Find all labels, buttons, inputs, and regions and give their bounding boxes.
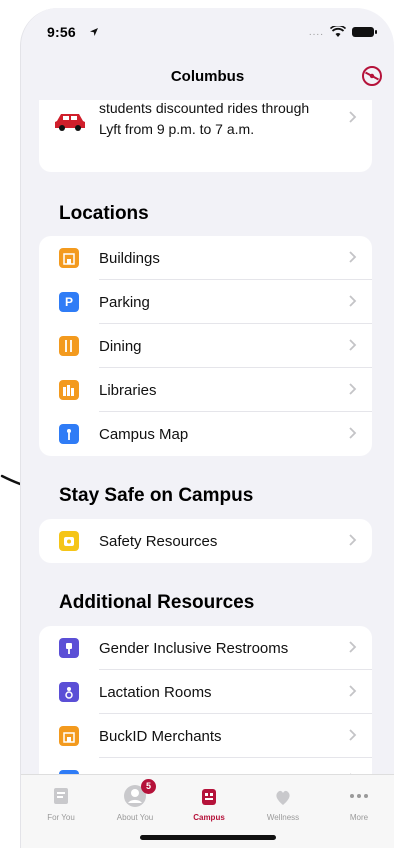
lyft-promo-card[interactable]: students discounted rides through Lyft f… [39, 100, 372, 172]
status-time: 9:56 [47, 24, 76, 40]
tab-more[interactable]: More [327, 783, 391, 822]
list-item-label: Gender Inclusive Restrooms [99, 640, 289, 657]
chevron-right-icon [348, 294, 358, 308]
no-entry-icon[interactable] [360, 64, 384, 88]
tab-label: Wellness [266, 813, 300, 822]
list-item-lactation-rooms[interactable]: Lactation Rooms [39, 670, 372, 714]
list-item-campus-map[interactable]: Campus Map [39, 412, 372, 456]
chevron-right-icon [348, 728, 358, 742]
list-item-label: Libraries [99, 382, 157, 399]
nav-title: Columbus [170, 68, 245, 85]
section-title-locations: Locations [59, 203, 149, 224]
tab-label: Campus [193, 813, 225, 822]
signal-dots: .... [308, 26, 324, 38]
list-item-label: Parking [99, 294, 150, 311]
chevron-right-icon [348, 426, 358, 440]
chevron-right-icon [348, 110, 358, 124]
lactation-icon [59, 682, 79, 702]
home-indicator [139, 835, 276, 840]
list-item-wifi-locations[interactable]: WiFi Locations [39, 758, 372, 774]
battery-icon [352, 27, 377, 37]
chevron-right-icon [348, 640, 358, 654]
phone-screen: 9:56 .... Columbus students discounted r… [20, 8, 394, 848]
status-bar: 9:56 .... [21, 8, 394, 56]
tab-campus[interactable]: Campus [177, 783, 241, 822]
chevron-right-icon [348, 250, 358, 264]
list-item-libraries[interactable]: Libraries [39, 368, 372, 412]
campus-icon [196, 783, 222, 809]
tab-about-you[interactable]: 5 About You [103, 779, 167, 822]
section-title-safety: Stay Safe on Campus [59, 485, 254, 506]
restroom-icon [59, 638, 79, 658]
locations-list: Buildings P Parking Dining Libraries Campus M… [39, 236, 372, 456]
tab-wellness[interactable]: Wellness [251, 783, 315, 822]
list-item-buildings[interactable]: Buildings [39, 236, 372, 280]
fork-knife-icon [59, 336, 79, 356]
safety-list: Safety Resources [39, 519, 372, 563]
parking-icon: P [59, 292, 79, 312]
tab-label: For You [47, 813, 75, 822]
map-pin-icon [59, 424, 79, 444]
wifi-status-icon [330, 26, 346, 37]
list-item-gender-inclusive-restrooms[interactable]: Gender Inclusive Restrooms [39, 626, 372, 670]
promo-text: students discounted rides through Lyft f… [99, 100, 310, 137]
safety-icon [59, 531, 79, 551]
wellness-icon [270, 783, 296, 809]
list-item-parking[interactable]: P Parking [39, 280, 372, 324]
car-icon [55, 114, 85, 131]
tab-label: More [349, 813, 369, 822]
list-item-label: BuckID Merchants [99, 728, 222, 745]
books-icon [59, 380, 79, 400]
section-title-additional: Additional Resources [59, 592, 255, 613]
scroll-content[interactable]: students discounted rides through Lyft f… [21, 100, 394, 774]
location-arrow-icon [90, 28, 98, 36]
list-item-label: Safety Resources [99, 533, 218, 550]
chevron-right-icon [348, 382, 358, 396]
chevron-right-icon [348, 338, 358, 352]
list-item-buckid-merchants[interactable]: BuckID Merchants [39, 714, 372, 758]
chevron-right-icon [348, 533, 358, 547]
list-item-dining[interactable]: Dining [39, 324, 372, 368]
status-indicators: .... [308, 26, 377, 38]
person-icon: 5 [122, 779, 156, 809]
list-item-safety-resources[interactable]: Safety Resources [39, 519, 372, 563]
list-item-label: Buildings [99, 250, 160, 267]
additional-list: Gender Inclusive Restrooms Lactation Room… [39, 626, 372, 774]
building-icon [59, 248, 79, 268]
tab-label: About You [116, 813, 154, 822]
for-you-icon [48, 783, 74, 809]
chevron-right-icon [348, 684, 358, 698]
list-item-label: Dining [99, 338, 142, 355]
store-icon [59, 726, 79, 746]
tab-for-you[interactable]: For You [29, 783, 93, 822]
list-item-label: Lactation Rooms [99, 684, 212, 701]
more-icon [346, 783, 372, 809]
notification-badge: 5 [141, 779, 156, 794]
list-item-label: Campus Map [99, 426, 189, 443]
navigation-bar: Columbus [21, 56, 394, 100]
